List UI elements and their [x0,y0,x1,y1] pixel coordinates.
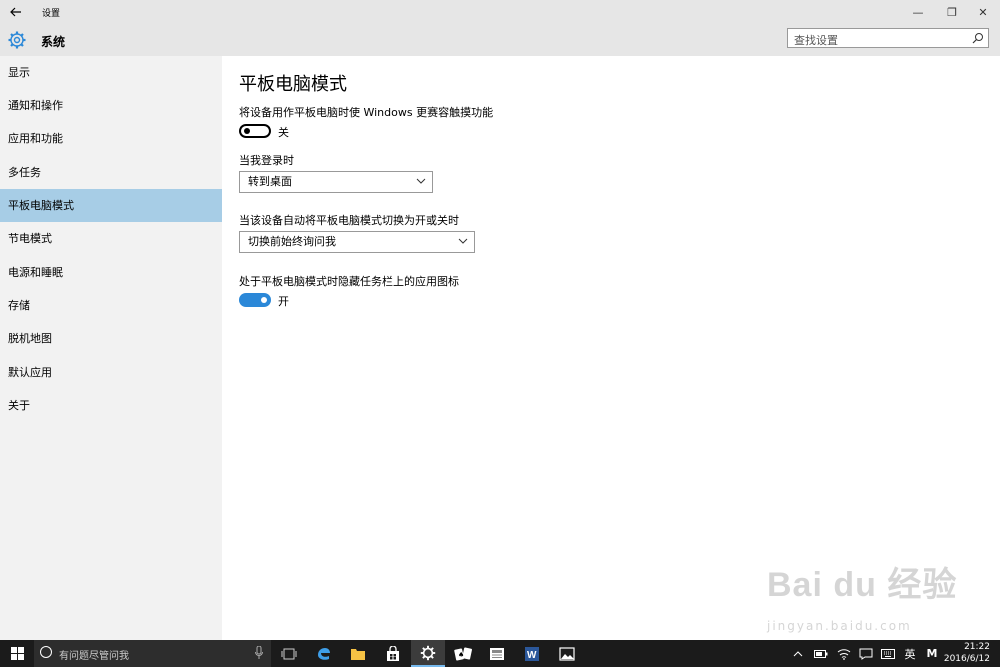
store-bag-icon [387,645,399,661]
touch-toggle[interactable] [239,124,271,138]
main-content: 平板电脑模式 将设备用作平板电脑时使 Windows 更赛容触摸功能 关 当我登… [222,56,1000,640]
cards-icon: ♠ [454,646,472,661]
message-glyph [859,648,873,660]
task-view-button[interactable] [272,640,306,667]
sidebar-item-apps[interactable]: 应用和功能 [0,122,222,155]
hide-icons-label: 处于平板电脑模式时隐藏任务栏上的应用图标 [239,275,459,288]
autoswitch-dropdown-value: 切换前始终询问我 [248,235,336,248]
photos-icon [559,646,575,661]
close-button[interactable]: ✕ [966,0,1000,24]
window-title: 设置 [42,9,61,19]
back-button[interactable] [0,0,32,24]
windows-logo-icon [10,647,24,660]
sidebar-item-tablet-mode[interactable]: 平板电脑模式 [0,189,222,222]
sidebar-item-default-apps[interactable]: 默认应用 [0,356,222,389]
minimize-button[interactable]: — [901,0,935,24]
word-button[interactable]: W [515,640,549,667]
gear-icon [8,31,26,49]
autoswitch-label: 当该设备自动将平板电脑模式切换为开或关时 [239,214,459,227]
restore-button[interactable]: ❐ [935,0,969,24]
toggle-knob [244,128,250,134]
page-title-system: 系统 [41,35,66,49]
sidebar-item-storage[interactable]: 存储 [0,289,222,322]
touch-setting-label: 将设备用作平板电脑时使 Windows 更赛容触摸功能 [239,106,494,119]
sidebar-item-notifications[interactable]: 通知和操作 [0,89,222,122]
solitaire-button[interactable]: ♠ [446,640,480,667]
edge-button[interactable] [307,640,341,667]
folder-icon [351,648,365,660]
signin-label: 当我登录时 [239,154,294,167]
clock[interactable]: 21:22 2016/6/12 [944,641,990,665]
svg-text:W: W [527,650,537,661]
ime-mode[interactable]: M [923,640,941,667]
settings-gear-icon [420,645,436,660]
autoswitch-dropdown[interactable]: 切换前始终询问我 [239,231,475,253]
sidebar-item-about[interactable]: 关于 [0,389,222,422]
page-title: 平板电脑模式 [239,74,347,95]
wifi-glyph [837,648,851,660]
sidebar: 显示 通知和操作 应用和功能 多任务 平板电脑模式 节电模式 电源和睡眠 存储 … [0,56,222,640]
touch-toggle-state: 关 [278,126,289,139]
photos-button[interactable] [550,640,584,667]
sidebar-item-display[interactable]: 显示 [0,56,222,89]
task-view-icon [281,648,297,659]
chevron-down-icon [416,178,426,184]
battery-icon[interactable] [812,640,830,667]
clock-time: 21:22 [964,642,990,652]
news-button[interactable] [480,640,514,667]
tray-chevron-up-icon[interactable] [790,640,806,667]
search-box[interactable] [787,28,989,50]
cortana-icon [40,646,52,658]
watermark-main: Bai du 经验 [767,566,958,604]
baidu-watermark: Bai du 经验 jingyan.baidu.com [767,557,992,639]
taskbar: 有问题尽管问我 ♠ W 英 M 21:22 2016/6/12 [0,640,1000,667]
toggle-knob [261,297,267,303]
word-icon: W [525,646,539,661]
title-bar: 设置 — ❐ ✕ [0,0,1000,24]
chevron-down-icon [458,238,468,244]
sidebar-item-battery-saver[interactable]: 节电模式 [0,222,222,255]
news-icon [490,647,504,660]
edge-icon [318,647,330,660]
battery-glyph [814,649,828,658]
start-button[interactable] [0,640,34,667]
microphone-icon[interactable] [255,646,263,660]
wifi-icon[interactable] [835,640,853,667]
settings-header: 系统 [0,24,1000,56]
sidebar-item-power-sleep[interactable]: 电源和睡眠 [0,256,222,289]
signin-dropdown[interactable]: 转到桌面 [239,171,433,193]
keyboard-icon[interactable] [879,640,897,667]
file-explorer-button[interactable] [341,640,375,667]
settings-app-button[interactable] [411,640,445,667]
store-button[interactable] [376,640,410,667]
search-input[interactable] [788,31,964,50]
sidebar-item-offline-maps[interactable]: 脱机地图 [0,322,222,355]
hide-icons-toggle-state: 开 [278,295,289,308]
keyboard-glyph [881,648,895,659]
ime-language[interactable]: 英 [901,640,919,667]
cortana-search[interactable]: 有问题尽管问我 [34,640,271,667]
watermark-sub: jingyan.baidu.com [767,619,912,633]
arrow-left-icon [10,7,21,17]
clock-date: 2016/6/12 [943,654,990,664]
cortana-search-text: 有问题尽管问我 [59,651,129,662]
action-center-icon[interactable] [857,640,875,667]
signin-dropdown-value: 转到桌面 [248,175,292,188]
svg-text:♠: ♠ [458,651,464,659]
search-icon[interactable] [972,32,984,44]
hide-icons-toggle[interactable] [239,293,271,307]
chevron-up-icon [793,651,803,657]
sidebar-item-multitasking[interactable]: 多任务 [0,156,222,189]
